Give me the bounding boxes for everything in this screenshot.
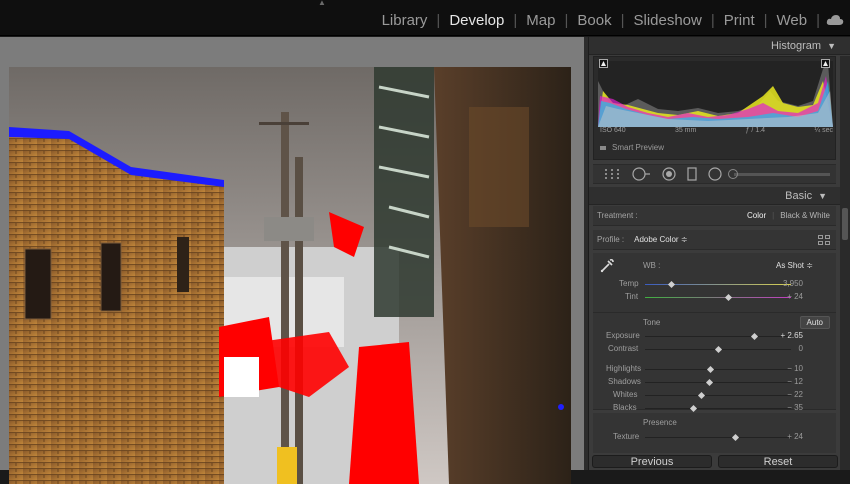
tone-label: Tone — [643, 318, 661, 327]
whites-label: Whites — [613, 390, 638, 399]
top-module-bar: ▲ Library | Develop | Map | Book | Slide… — [0, 0, 850, 36]
cloud-sync-icon[interactable] — [826, 14, 844, 26]
shadows-label: Shadows — [608, 377, 641, 386]
basic-panel-title: Basic — [785, 189, 813, 202]
module-print[interactable]: Print — [715, 12, 764, 29]
tone-section: Tone Auto Exposure + 2.65 Contrast 0 Hig… — [593, 313, 836, 413]
adjustment-brush-slider[interactable] — [728, 168, 830, 179]
histogram-header[interactable]: Histogram ▼ — [589, 37, 850, 55]
aperture-value: ƒ / 1.4 — [745, 127, 766, 134]
histogram-title: Histogram — [770, 39, 822, 52]
basic-panel-header[interactable]: Basic ▼ — [589, 187, 841, 205]
temp-knob[interactable] — [667, 280, 675, 289]
scrollbar-thumb[interactable] — [842, 208, 848, 240]
highlights-label: Highlights — [606, 364, 642, 373]
exposure-value[interactable]: + 2.65 — [763, 331, 803, 340]
contrast-value[interactable]: 0 — [763, 344, 803, 353]
spot-removal-icon[interactable] — [631, 167, 651, 181]
highlights-knob[interactable] — [707, 365, 715, 374]
blacks-label: Blacks — [613, 403, 637, 412]
highlights-value[interactable]: − 10 — [763, 364, 803, 373]
shadows-value[interactable]: − 12 — [763, 377, 803, 386]
photo-preview[interactable] — [9, 67, 571, 484]
texture-knob[interactable] — [731, 433, 740, 442]
profile-browser-icon[interactable] — [818, 234, 830, 245]
module-book[interactable]: Book — [568, 12, 620, 29]
graduated-filter-icon[interactable] — [687, 167, 697, 181]
tint-value[interactable]: + 24 — [763, 292, 803, 301]
collapse-triangle-icon[interactable]: ▼ — [818, 191, 827, 201]
module-picker: Library | Develop | Map | Book | Slidesh… — [373, 9, 850, 31]
whites-value[interactable]: − 22 — [763, 390, 803, 399]
temp-label: Temp — [619, 279, 639, 288]
collapse-top-panel-icon[interactable]: ▲ — [317, 0, 327, 7]
histogram-panel: ISO 640 35 mm ƒ / 1.4 ¼ sec Smart Previe… — [593, 56, 836, 160]
treatment-options: Color | Black & White — [741, 211, 836, 220]
shadow-clipping-indicator[interactable] — [599, 59, 608, 68]
white-balance-section: WB : As Shot ≑ Temp 3,950 Tint + 24 — [593, 253, 836, 313]
collapse-triangle-icon[interactable]: ▼ — [827, 41, 836, 51]
texture-value[interactable]: + 24 — [763, 432, 803, 441]
tool-strip — [593, 164, 836, 184]
previous-button[interactable]: Previous — [592, 455, 712, 468]
module-web[interactable]: Web — [768, 12, 817, 29]
profile-dropdown[interactable]: Adobe Color ≑ — [634, 235, 687, 244]
module-separator: | — [816, 11, 820, 29]
module-slideshow[interactable]: Slideshow — [624, 12, 710, 29]
crop-overlay-icon[interactable] — [604, 168, 620, 180]
presence-section: Presence Texture + 24 — [593, 413, 836, 453]
shutter-value: ¼ sec — [814, 127, 833, 134]
red-eye-icon[interactable] — [662, 167, 676, 181]
texture-label: Texture — [613, 432, 640, 441]
tint-knob[interactable] — [724, 293, 732, 302]
panel-scrollbar[interactable] — [840, 56, 850, 470]
smart-preview-status[interactable]: Smart Preview — [600, 143, 664, 152]
exposure-knob[interactable] — [750, 332, 759, 341]
treatment-bw-option[interactable]: Black & White — [774, 211, 836, 220]
reset-button[interactable]: Reset — [718, 455, 838, 468]
right-panel: Histogram ▼ ISO 640 35 mm ƒ / 1.4 ¼ sec … — [588, 37, 850, 470]
smart-preview-icon — [600, 145, 606, 150]
presence-label: Presence — [643, 418, 677, 427]
shadows-knob[interactable] — [705, 378, 713, 387]
profile-row: Profile : Adobe Color ≑ — [593, 230, 836, 250]
contrast-label: Contrast — [608, 344, 639, 353]
exposure-label: Exposure — [606, 331, 640, 340]
focal-length-value: 35 mm — [674, 127, 697, 134]
bottom-buttons: Previous Reset — [589, 453, 841, 470]
module-library[interactable]: Library — [373, 12, 437, 29]
wb-dropdown[interactable]: As Shot ≑ — [776, 261, 813, 270]
blacks-value[interactable]: − 35 — [763, 403, 803, 412]
radial-filter-icon[interactable] — [708, 167, 722, 181]
tint-label: Tint — [625, 292, 639, 301]
treatment-row: Treatment : Color | Black & White — [593, 206, 836, 226]
temp-value[interactable]: 3,950 — [763, 279, 803, 288]
photo-canvas[interactable] — [0, 37, 584, 484]
blacks-knob[interactable] — [689, 404, 697, 413]
contrast-knob[interactable] — [714, 345, 722, 354]
auto-tone-button[interactable]: Auto — [799, 316, 830, 329]
histogram-metadata: ISO 640 35 mm ƒ / 1.4 ¼ sec — [600, 127, 833, 134]
eyedropper-icon[interactable] — [599, 258, 615, 274]
wb-label: WB : — [643, 261, 661, 270]
smart-preview-label: Smart Preview — [612, 143, 665, 152]
module-develop[interactable]: Develop — [440, 12, 513, 29]
treatment-label: Treatment : — [597, 211, 638, 220]
whites-knob[interactable] — [698, 391, 706, 400]
treatment-color-option[interactable]: Color — [741, 211, 772, 220]
profile-label: Profile : — [597, 235, 625, 244]
highlight-clipping-indicator[interactable] — [821, 59, 830, 68]
iso-value: ISO 640 — [600, 127, 626, 134]
histogram-graph[interactable] — [598, 61, 833, 127]
module-map[interactable]: Map — [517, 12, 564, 29]
